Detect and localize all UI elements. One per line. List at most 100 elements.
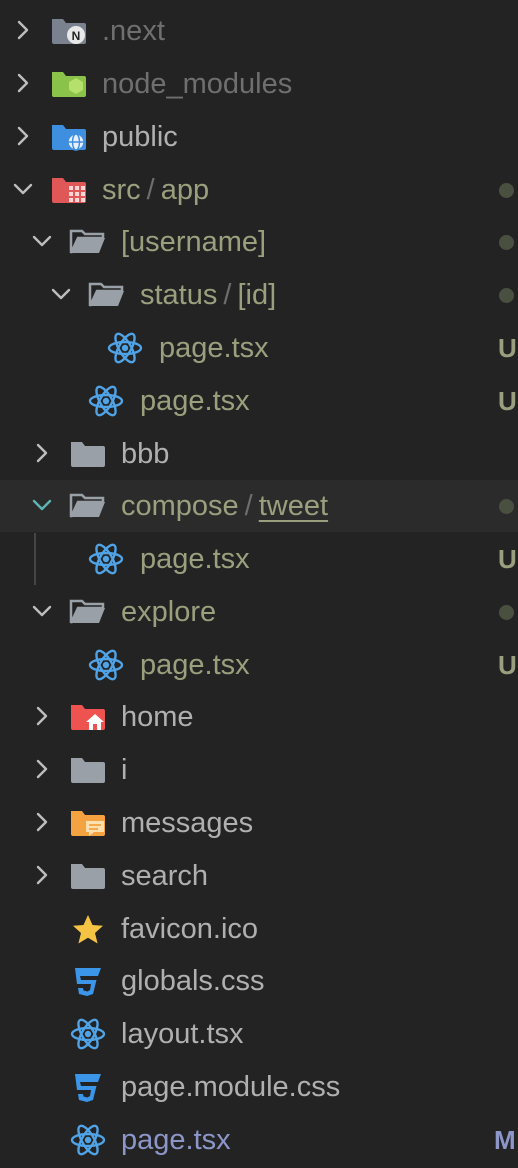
folder-src-icon (52, 178, 86, 203)
react-icon (88, 543, 124, 575)
tree-item-folder-node-modules[interactable]: node_modules (0, 58, 518, 110)
chevron-right-icon[interactable] (11, 18, 35, 42)
label-segment: status (140, 279, 218, 311)
git-status-dot (499, 288, 514, 303)
folder-messages-icon (71, 811, 105, 836)
tree-item-folder-src-app[interactable]: src / app (0, 164, 518, 216)
tree-item-folder-home[interactable]: home (0, 691, 518, 743)
tree-item-folder-search[interactable]: search (0, 850, 518, 902)
label-segment: search (121, 860, 209, 892)
tree-item-folder-next[interactable]: N .next (0, 5, 518, 57)
tree-item-label: favicon.ico (121, 903, 258, 955)
folder-icon (71, 864, 105, 889)
tree-item-label: search (121, 850, 208, 902)
tree-item-folder-explore[interactable]: explore (0, 586, 518, 638)
label-segment: page.tsx (159, 332, 269, 364)
star-icon (73, 915, 103, 944)
chevron-right-icon[interactable] (11, 124, 35, 148)
react-icon (107, 332, 143, 364)
chevron-right-icon[interactable] (30, 704, 54, 728)
label-segment: compose (121, 490, 239, 522)
label-segment: globals.css (121, 965, 265, 997)
label-segment: page.tsx (121, 1124, 231, 1156)
folder-home-icon (71, 705, 105, 730)
react-icon (88, 649, 124, 681)
tree-item-folder-username[interactable]: [username] (0, 216, 518, 268)
tree-item-file-favicon[interactable]: favicon.ico (0, 903, 518, 955)
tree-item-file-layout[interactable]: layout.tsx (0, 1008, 518, 1060)
tree-item-folder-i[interactable]: i (0, 744, 518, 796)
git-status-badge: U (498, 333, 517, 363)
tree-item-label: messages (121, 797, 253, 849)
chevron-down-icon[interactable] (11, 177, 35, 201)
chevron-down-icon[interactable] (30, 493, 54, 517)
tree-item-label: .next (102, 5, 165, 57)
label-segment: messages (121, 807, 254, 839)
tree-item-label: [username] (121, 216, 266, 268)
tree-item-folder-status-id[interactable]: status / [id] (0, 269, 518, 321)
label-segment: layout.tsx (121, 1018, 244, 1050)
chevron-right-icon[interactable] (30, 757, 54, 781)
chevron-down-icon[interactable] (30, 599, 54, 623)
tree-item-file-status-page[interactable]: page.tsx U (0, 322, 518, 374)
chevron-right-icon[interactable] (30, 863, 54, 887)
git-status-dot (499, 499, 514, 514)
git-status-badge: U (498, 386, 517, 416)
folder-node-icon (52, 72, 86, 97)
folder-icon (71, 758, 105, 783)
react-icon (70, 1018, 106, 1050)
chevron-down-icon[interactable] (30, 229, 54, 253)
tree-item-label: page.tsx (140, 639, 250, 691)
tree-item-folder-public[interactable]: public (0, 111, 518, 163)
chevron-right-icon[interactable] (11, 71, 35, 95)
folder-public-icon (52, 125, 86, 151)
label-segment: page.tsx (140, 385, 250, 417)
path-separator: / (146, 174, 155, 206)
label-segment: node_modules (102, 68, 293, 100)
tree-item-label: page.module.css (121, 1061, 340, 1113)
tree-item-label: status / [id] (140, 269, 276, 321)
label-segment: tweet (258, 490, 329, 522)
tree-item-file-compose-page[interactable]: page.tsx U (0, 533, 518, 585)
chevron-right-icon[interactable] (30, 810, 54, 834)
tree-item-label: node_modules (102, 58, 292, 110)
chevron-right-icon[interactable] (30, 441, 54, 465)
label-segment: bbb (121, 438, 170, 470)
svg-text:N: N (72, 29, 81, 43)
label-segment: [id] (237, 279, 277, 311)
react-icon (70, 1124, 106, 1156)
tree-item-label: i (121, 744, 127, 796)
folder-open-icon (69, 493, 105, 518)
path-separator: / (244, 490, 253, 522)
indent-guide (34, 533, 36, 585)
tree-item-file-globals-css[interactable]: globals.css (0, 955, 518, 1007)
tree-item-file-page-module-css[interactable]: page.module.css (0, 1061, 518, 1113)
git-status-badge: M (494, 1125, 516, 1155)
label-segment: .next (102, 15, 165, 47)
tree-item-folder-compose-tweet[interactable]: compose / tweet (0, 480, 518, 532)
label-segment: explore (121, 596, 217, 628)
folder-open-icon (69, 229, 105, 254)
css-icon (75, 1074, 101, 1102)
css-icon (75, 968, 101, 996)
git-status-dot (499, 235, 514, 250)
tree-item-file-app-page[interactable]: page.tsx M (0, 1114, 518, 1166)
tree-item-folder-messages[interactable]: messages (0, 797, 518, 849)
git-status-dot (499, 183, 514, 198)
tree-item-label: public (102, 111, 178, 163)
folder-icon (71, 442, 105, 467)
label-segment: i (121, 754, 128, 786)
folder-next-icon: N (52, 19, 86, 44)
tree-item-file-username-page[interactable]: page.tsx U (0, 375, 518, 427)
tree-item-label: page.tsx (140, 375, 250, 427)
label-segment: page.tsx (140, 543, 250, 575)
folder-open-icon (69, 599, 105, 624)
label-segment: src (102, 174, 141, 206)
tree-item-label: explore (121, 586, 216, 638)
tree-item-file-explore-page[interactable]: page.tsx U (0, 639, 518, 691)
chevron-down-icon[interactable] (49, 282, 73, 306)
label-segment: page.tsx (140, 649, 250, 681)
label-segment: [username] (121, 226, 267, 258)
tree-item-folder-bbb[interactable]: bbb (0, 428, 518, 480)
git-status-badge: U (498, 650, 517, 680)
